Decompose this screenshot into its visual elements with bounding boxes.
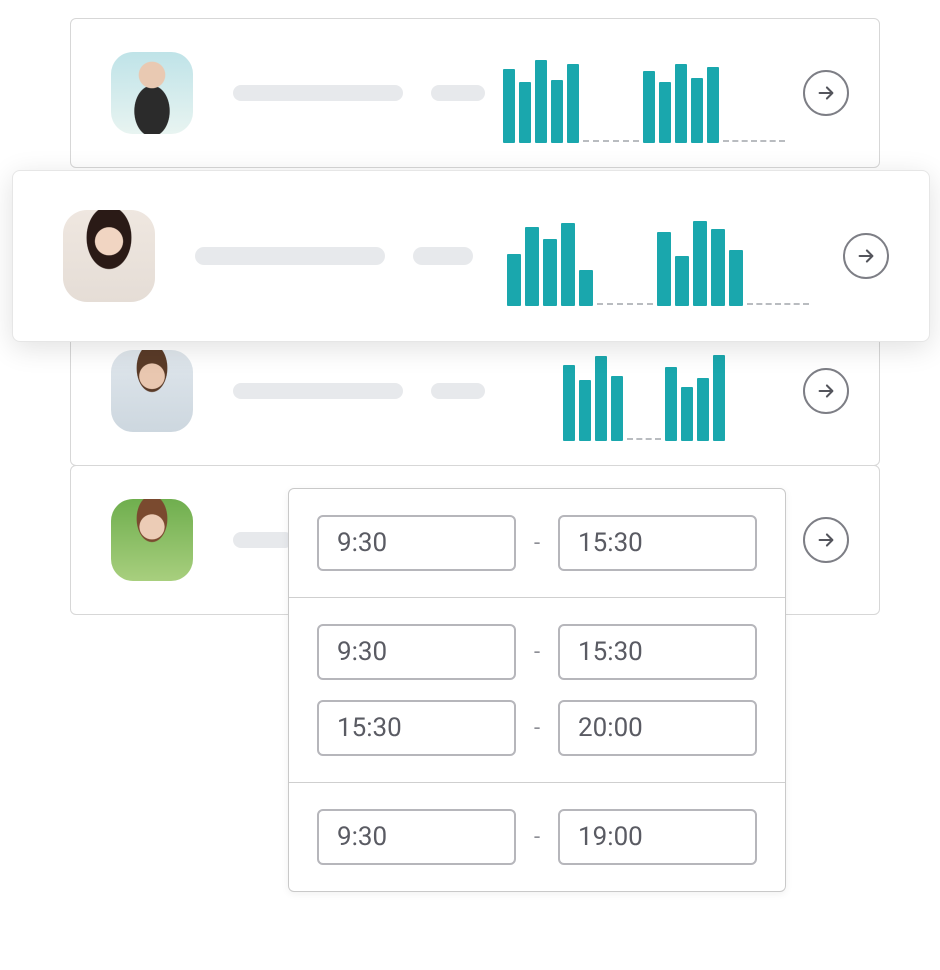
activity-sparkline — [485, 43, 803, 143]
time-range-row: 15:30 - 20:00 — [317, 700, 757, 756]
time-range-separator: - — [534, 640, 540, 665]
arrow-right-icon — [815, 82, 837, 104]
open-detail-button[interactable] — [843, 233, 889, 279]
time-range-row: 9:30 - 19:00 — [317, 809, 757, 865]
avatar — [63, 210, 155, 302]
time-range-row: 9:30 - 15:30 — [317, 515, 757, 571]
time-range-separator: - — [534, 716, 540, 741]
user-info-placeholder — [233, 85, 485, 101]
avatar — [111, 350, 193, 432]
open-detail-button[interactable] — [803, 517, 849, 563]
start-time-input[interactable]: 9:30 — [317, 809, 516, 865]
time-range-separator: - — [534, 531, 540, 556]
user-info-placeholder — [233, 383, 485, 399]
user-info-placeholder — [195, 247, 473, 265]
activity-sparkline — [485, 341, 803, 441]
open-detail-button[interactable] — [803, 368, 849, 414]
avatar — [111, 52, 193, 134]
activity-sparkline — [473, 206, 843, 306]
end-time-input[interactable]: 15:30 — [558, 624, 757, 680]
arrow-right-icon — [815, 380, 837, 402]
user-row[interactable] — [70, 18, 880, 168]
start-time-input[interactable]: 9:30 — [317, 515, 516, 571]
time-range-separator: - — [534, 825, 540, 850]
end-time-input[interactable]: 20:00 — [558, 700, 757, 756]
avatar — [111, 499, 193, 581]
time-section: 9:30 - 15:30 — [289, 489, 785, 597]
arrow-right-icon — [855, 245, 877, 267]
user-row-selected[interactable] — [12, 170, 930, 342]
end-time-input[interactable]: 15:30 — [558, 515, 757, 571]
time-section: 9:30 - 19:00 — [289, 782, 785, 891]
time-range-popup: 9:30 - 15:30 9:30 - 15:30 15:30 - 20:00 … — [288, 488, 786, 892]
user-info-placeholder — [233, 532, 293, 548]
start-time-input[interactable]: 15:30 — [317, 700, 516, 756]
start-time-input[interactable]: 9:30 — [317, 624, 516, 680]
open-detail-button[interactable] — [803, 70, 849, 116]
time-section: 9:30 - 15:30 15:30 - 20:00 — [289, 597, 785, 782]
end-time-input[interactable]: 19:00 — [558, 809, 757, 865]
arrow-right-icon — [815, 529, 837, 551]
time-range-row: 9:30 - 15:30 — [317, 624, 757, 680]
